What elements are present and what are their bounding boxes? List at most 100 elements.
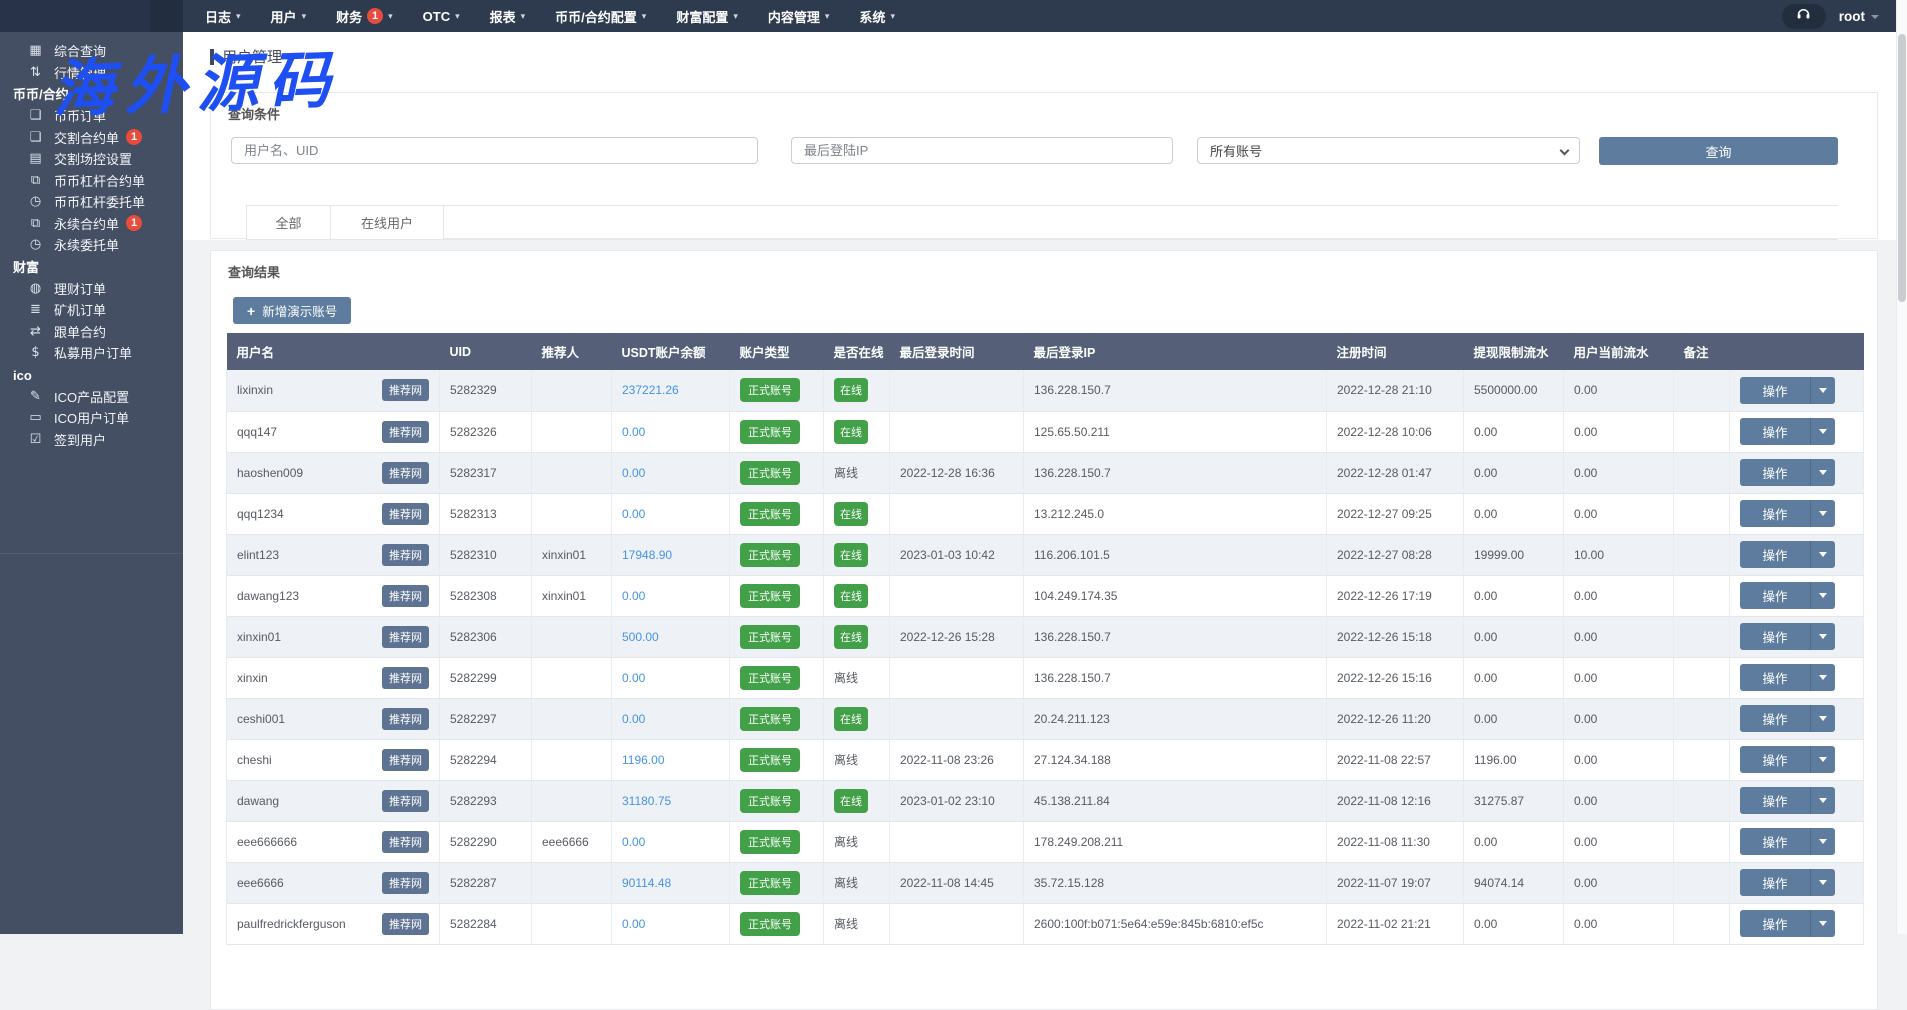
- sidebar-item-8[interactable]: ◷币币杠杆委托单: [0, 191, 183, 213]
- action-button[interactable]: 操作: [1740, 377, 1810, 404]
- action-dropdown-button[interactable]: [1810, 377, 1835, 404]
- sidebar-item-15[interactable]: $私募用户订单: [0, 342, 183, 364]
- action-button[interactable]: 操作: [1740, 582, 1810, 609]
- balance-link[interactable]: 1196.00: [622, 753, 665, 767]
- sidebar-item-label: 币币订单: [54, 106, 106, 125]
- referral-badge[interactable]: 推荐网: [382, 831, 429, 853]
- action-button[interactable]: 操作: [1740, 459, 1810, 486]
- referral-badge[interactable]: 推荐网: [382, 544, 429, 566]
- sidebar-item-10[interactable]: ◷永续委托单: [0, 234, 183, 256]
- sidebar-item-7[interactable]: ⧉币币杠杆合约单: [0, 170, 183, 192]
- cell-online-status: 在线: [824, 370, 890, 411]
- action-dropdown-button[interactable]: [1810, 664, 1835, 691]
- balance-link[interactable]: 500.00: [622, 630, 659, 644]
- action-dropdown-button[interactable]: [1810, 541, 1835, 568]
- username-input[interactable]: [231, 137, 758, 164]
- nav-item-3[interactable]: 财务1▾: [336, 7, 393, 26]
- tab-all[interactable]: 全部: [246, 206, 331, 239]
- scrollbar-thumb[interactable]: [1898, 34, 1906, 302]
- action-button[interactable]: 操作: [1740, 746, 1810, 773]
- action-dropdown-button[interactable]: [1810, 746, 1835, 773]
- balance-link[interactable]: 0.00: [622, 589, 645, 603]
- action-dropdown-button[interactable]: [1810, 418, 1835, 445]
- referral-badge[interactable]: 推荐网: [382, 503, 429, 525]
- action-button[interactable]: 操作: [1740, 418, 1810, 445]
- action-dropdown-button[interactable]: [1810, 869, 1835, 896]
- nav-item-2[interactable]: 用户▾: [271, 7, 307, 26]
- account-type-badge: 正式账号: [740, 625, 800, 649]
- balance-link[interactable]: 0.00: [622, 917, 645, 931]
- referral-badge[interactable]: 推荐网: [382, 379, 429, 401]
- add-demo-account-button[interactable]: + 新增演示账号: [233, 297, 351, 324]
- user-menu[interactable]: root: [1839, 9, 1879, 24]
- action-dropdown-button[interactable]: [1810, 582, 1835, 609]
- referral-badge[interactable]: 推荐网: [382, 462, 429, 484]
- page-scrollbar[interactable]: [1896, 0, 1907, 934]
- action-dropdown-button[interactable]: [1810, 910, 1835, 937]
- search-button[interactable]: 查询: [1599, 137, 1838, 165]
- action-dropdown-button[interactable]: [1810, 705, 1835, 732]
- tab-online-users[interactable]: 在线用户: [331, 206, 444, 239]
- sidebar-item-2[interactable]: ⇅行情管理: [0, 62, 183, 84]
- sidebar-item-12[interactable]: ◍理财订单: [0, 278, 183, 300]
- referral-badge[interactable]: 推荐网: [382, 872, 429, 894]
- action-dropdown-button[interactable]: [1810, 459, 1835, 486]
- balance-link[interactable]: 0.00: [622, 712, 645, 726]
- balance-link[interactable]: 0.00: [622, 835, 645, 849]
- referral-badge[interactable]: 推荐网: [382, 421, 429, 443]
- balance-link[interactable]: 0.00: [622, 671, 645, 685]
- sidebar-item-17[interactable]: ✎ICO产品配置: [0, 386, 183, 408]
- nav-item-4[interactable]: OTC▾: [423, 9, 460, 24]
- nav-item-7[interactable]: 财富配置▾: [676, 7, 738, 26]
- action-button[interactable]: 操作: [1740, 705, 1810, 732]
- balance-link[interactable]: 90114.48: [622, 876, 671, 890]
- account-type-badge: 正式账号: [740, 543, 800, 567]
- referral-badge[interactable]: 推荐网: [382, 626, 429, 648]
- account-type-select[interactable]: 所有账号: [1197, 137, 1580, 164]
- sidebar-item-1[interactable]: ▦综合查询: [0, 40, 183, 62]
- nav-item-9[interactable]: 系统▾: [859, 7, 895, 26]
- action-dropdown-button[interactable]: [1810, 623, 1835, 650]
- referral-badge[interactable]: 推荐网: [382, 585, 429, 607]
- action-button[interactable]: 操作: [1740, 500, 1810, 527]
- nav-item-8[interactable]: 内容管理▾: [768, 7, 830, 26]
- balance-link[interactable]: 0.00: [622, 425, 645, 439]
- referral-badge[interactable]: 推荐网: [382, 749, 429, 771]
- action-button[interactable]: 操作: [1740, 869, 1810, 896]
- cell-register-time: 2022-11-08 22:57: [1327, 739, 1464, 780]
- cell-last-login-time: 2022-12-26 15:28: [890, 616, 1024, 657]
- referral-badge[interactable]: 推荐网: [382, 790, 429, 812]
- sidebar-item-19[interactable]: ☑签到用户: [0, 429, 183, 451]
- action-button[interactable]: 操作: [1740, 623, 1810, 650]
- referral-badge[interactable]: 推荐网: [382, 667, 429, 689]
- balance-link[interactable]: 17948.90: [622, 548, 672, 562]
- action-dropdown-button[interactable]: [1810, 500, 1835, 527]
- referral-badge[interactable]: 推荐网: [382, 708, 429, 730]
- last-login-ip-input[interactable]: [791, 137, 1173, 164]
- balance-link[interactable]: 31180.75: [622, 794, 671, 808]
- action-button[interactable]: 操作: [1740, 541, 1810, 568]
- action-button[interactable]: 操作: [1740, 664, 1810, 691]
- sidebar-item-14[interactable]: ⇄跟单合约: [0, 321, 183, 343]
- sidebar-item-18[interactable]: ▭ICO用户订单: [0, 407, 183, 429]
- support-button[interactable]: [1782, 4, 1826, 29]
- referral-badge[interactable]: 推荐网: [382, 913, 429, 935]
- sidebar-item-5[interactable]: ❏交割合约单1: [0, 127, 183, 149]
- action-dropdown-button[interactable]: [1810, 787, 1835, 814]
- sidebar-item-9[interactable]: ⧉永续合约单1: [0, 213, 183, 235]
- cell-username: xinxin推荐网: [227, 657, 440, 698]
- sidebar-toggle-button[interactable]: [150, 0, 183, 32]
- action-button[interactable]: 操作: [1740, 910, 1810, 937]
- sidebar-item-13[interactable]: ≣矿机订单: [0, 299, 183, 321]
- nav-item-1[interactable]: 日志▾: [205, 7, 241, 26]
- balance-link[interactable]: 0.00: [622, 507, 645, 521]
- sidebar-item-6[interactable]: ▤交割场控设置: [0, 148, 183, 170]
- sidebar-item-4[interactable]: ❏币币订单: [0, 105, 183, 127]
- balance-link[interactable]: 237221.26: [622, 383, 679, 397]
- balance-link[interactable]: 0.00: [622, 466, 645, 480]
- action-button[interactable]: 操作: [1740, 828, 1810, 855]
- action-dropdown-button[interactable]: [1810, 828, 1835, 855]
- action-button[interactable]: 操作: [1740, 787, 1810, 814]
- nav-item-6[interactable]: 币币/合约配置▾: [555, 7, 646, 26]
- nav-item-5[interactable]: 报表▾: [490, 7, 526, 26]
